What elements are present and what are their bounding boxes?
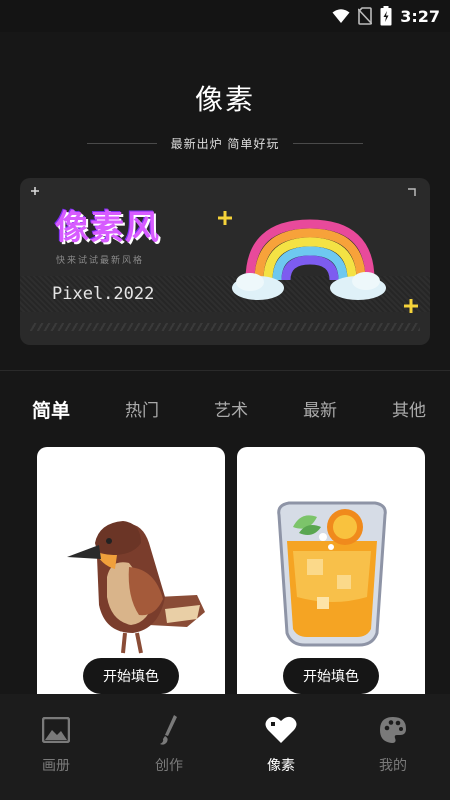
- nav-gallery[interactable]: 画册: [16, 714, 96, 784]
- nav-create-label: 创作: [155, 758, 183, 774]
- artwork-card-drink[interactable]: 开始填色: [237, 447, 425, 707]
- no-sim-icon: [358, 7, 373, 25]
- banner-tagline: 快来试试最新风格: [56, 256, 145, 266]
- banner-stripe-pattern: [30, 323, 420, 331]
- nav-mine-label: 我的: [379, 758, 407, 774]
- tab-art[interactable]: 艺术: [214, 396, 248, 424]
- start-coloring-button[interactable]: 开始填色: [283, 658, 379, 694]
- divider-line-right: [293, 142, 364, 144]
- subtitle-row: 最新出炉 简单好玩: [0, 133, 450, 153]
- banner-logo-text: 像素风: [55, 208, 160, 248]
- promo-banner[interactable]: 像素风 快来试试最新风格 Pixel.2022: [20, 178, 430, 345]
- divider-line-left: [86, 142, 157, 144]
- tab-newest[interactable]: 最新: [303, 396, 337, 424]
- palette-icon: [377, 714, 409, 746]
- page-title: 像素: [194, 83, 255, 116]
- brush-icon: [153, 714, 185, 746]
- heart-icon: [265, 714, 297, 746]
- rainbow-illustration: [232, 219, 386, 300]
- banner-year-text: Pixel.2022: [52, 284, 155, 304]
- tab-popular[interactable]: 热门: [125, 396, 159, 424]
- sparkle-icon: [31, 187, 39, 195]
- battery-charging-icon: [380, 6, 392, 26]
- nav-create[interactable]: 创作: [129, 714, 209, 784]
- status-time: 3:27: [400, 6, 440, 26]
- corner-mark-icon: [408, 188, 416, 196]
- start-coloring-button[interactable]: 开始填色: [83, 658, 179, 694]
- nav-pixel-label: 像素: [267, 758, 295, 774]
- nav-gallery-label: 画册: [42, 758, 70, 774]
- bottom-navigation: 画册 创作 像素 我的: [0, 694, 450, 800]
- tab-other[interactable]: 其他: [392, 396, 426, 424]
- category-tabs: 简单 热门 艺术 最新 其他: [0, 396, 450, 424]
- image-icon: [40, 714, 72, 746]
- page-subtitle: 最新出炉 简单好玩: [170, 136, 280, 151]
- section-divider: [0, 370, 450, 371]
- status-icons: 3:27: [332, 6, 440, 26]
- tab-simple[interactable]: 简单: [32, 396, 70, 424]
- nav-pixel[interactable]: 像素: [241, 714, 321, 784]
- nav-mine[interactable]: 我的: [353, 714, 433, 784]
- status-bar: 3:27: [0, 0, 450, 32]
- wifi-icon: [332, 9, 350, 23]
- artwork-card-bird[interactable]: 开始填色: [37, 447, 225, 707]
- yellow-sparkle-icon: [404, 299, 418, 313]
